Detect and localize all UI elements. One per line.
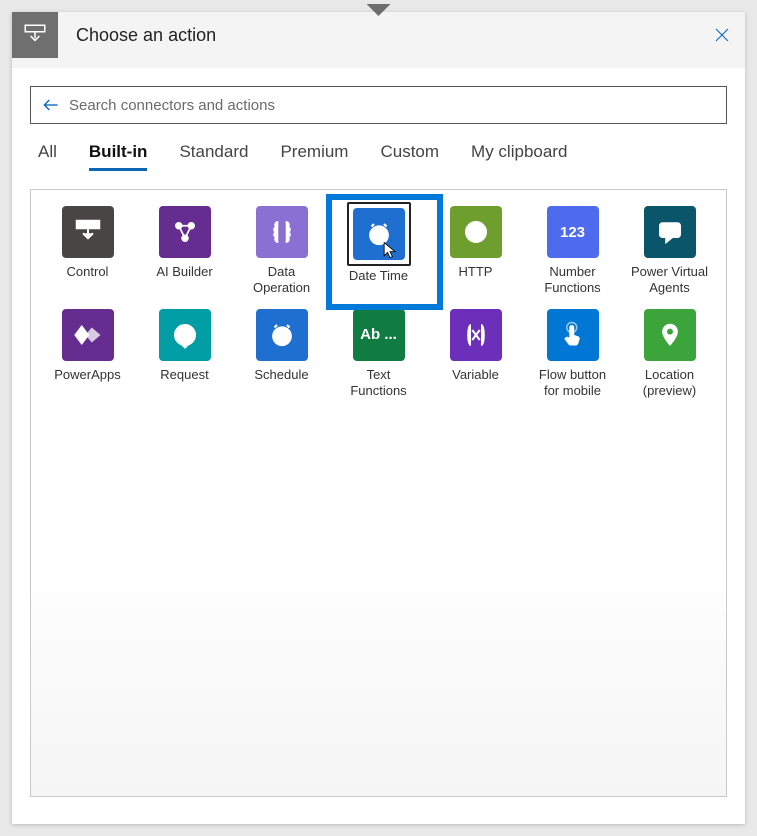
back-arrow-icon: [41, 95, 61, 115]
pin-icon: [644, 309, 696, 361]
pva-icon: [644, 206, 696, 258]
connector-category-tabs: All Built-in Standard Premium Custom My clipb…: [30, 142, 727, 171]
dialog-header: Choose an action: [12, 12, 745, 58]
connector-power-virtual-agents[interactable]: Power Virtual Agents: [621, 206, 718, 297]
dialog-body: All Built-in Standard Premium Custom My clipb…: [12, 68, 745, 824]
control-icon: [22, 22, 48, 48]
search-input[interactable]: [61, 97, 716, 114]
tab-built-in[interactable]: Built-in: [89, 142, 148, 171]
connectors-grid: Control AI Builder Data Operation Date Time…: [39, 206, 718, 399]
globe-icon: [450, 206, 502, 258]
connector-ai-builder[interactable]: AI Builder: [136, 206, 233, 297]
connector-http[interactable]: HTTP: [427, 206, 524, 297]
close-button[interactable]: [699, 12, 745, 58]
connector-label: Flow button for mobile: [532, 367, 614, 400]
connector-powerapps[interactable]: PowerApps: [39, 309, 136, 400]
search-box[interactable]: [30, 86, 727, 124]
clock-icon: [353, 208, 405, 260]
connector-data-operation[interactable]: Data Operation: [233, 206, 330, 297]
clock-icon: [256, 309, 308, 361]
connector-date-time[interactable]: Date Time: [330, 206, 427, 297]
connector-label: AI Builder: [156, 264, 212, 280]
connector-label: Schedule: [254, 367, 308, 383]
connector-label: HTTP: [459, 264, 493, 280]
num-icon: 123: [547, 206, 599, 258]
connector-location-preview-[interactable]: Location (preview): [621, 309, 718, 400]
close-icon: [713, 26, 731, 44]
control-icon: [62, 206, 114, 258]
tab-premium[interactable]: Premium: [280, 142, 348, 171]
dialog-title: Choose an action: [58, 25, 699, 46]
request-icon: [159, 309, 211, 361]
tab-standard[interactable]: Standard: [179, 142, 248, 171]
connector-label: Text Functions: [338, 367, 420, 400]
connectors-container: Control AI Builder Data Operation Date Time…: [30, 189, 727, 797]
touch-icon: [547, 309, 599, 361]
powerapps-icon: [62, 309, 114, 361]
connector-request[interactable]: Request: [136, 309, 233, 400]
connector-number-functions[interactable]: 123 Number Functions: [524, 206, 621, 297]
connector-label: Power Virtual Agents: [629, 264, 711, 297]
var-icon: [450, 309, 502, 361]
connector-label: Number Functions: [532, 264, 614, 297]
connector-label: Request: [160, 367, 208, 383]
connector-label: PowerApps: [54, 367, 120, 383]
tab-all[interactable]: All: [38, 142, 57, 171]
header-icon: [12, 12, 58, 58]
aibuilder-icon: [159, 206, 211, 258]
connector-flow-button-for-mobile[interactable]: Flow button for mobile: [524, 309, 621, 400]
connector-label: Location (preview): [629, 367, 711, 400]
tab-custom[interactable]: Custom: [380, 142, 439, 171]
connector-label: Date Time: [349, 268, 408, 284]
tab-my-clipboard[interactable]: My clipboard: [471, 142, 567, 171]
connector-label: Variable: [452, 367, 499, 383]
connector-label: Data Operation: [241, 264, 323, 297]
dialog-panel: Choose an action All Built-in Standard Prem…: [12, 12, 745, 824]
dataop-icon: [256, 206, 308, 258]
connector-schedule[interactable]: Schedule: [233, 309, 330, 400]
text-icon: Ab ...: [353, 309, 405, 361]
connector-text-functions[interactable]: Ab ... Text Functions: [330, 309, 427, 400]
connector-label: Control: [67, 264, 109, 280]
connector-variable[interactable]: Variable: [427, 309, 524, 400]
connector-control[interactable]: Control: [39, 206, 136, 297]
